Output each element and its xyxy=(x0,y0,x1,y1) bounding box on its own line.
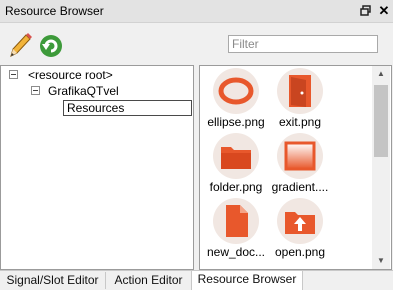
file-label: ellipse.png xyxy=(207,115,265,129)
tab-action-editor[interactable]: Action Editor xyxy=(106,272,192,289)
scroll-up-arrow-icon[interactable]: ▲ xyxy=(372,66,390,82)
gradient-icon xyxy=(277,133,323,179)
reload-icon[interactable] xyxy=(38,31,66,59)
ellipse-icon xyxy=(213,68,259,114)
tree-item-label: <resource root> xyxy=(28,68,113,82)
file-item[interactable]: open.png xyxy=(266,198,330,262)
file-item[interactable]: gradient.... xyxy=(266,133,330,197)
file-label: gradient.... xyxy=(271,180,329,194)
file-item[interactable]: ellipse.png xyxy=(202,68,266,132)
collapse-icon[interactable] xyxy=(9,70,18,79)
close-icon[interactable]: ✕ xyxy=(376,2,392,19)
tab-signal-slot-editor[interactable]: Signal/Slot Editor xyxy=(0,272,106,289)
file-item[interactable]: folder.png xyxy=(202,133,266,197)
scroll-thumb[interactable] xyxy=(374,85,388,157)
tab-resource-browser[interactable]: Resource Browser xyxy=(191,270,303,290)
scroll-down-arrow-icon[interactable]: ▼ xyxy=(372,253,390,269)
open-folder-icon xyxy=(277,198,323,244)
tree-item-label: GrafikaQTvel xyxy=(48,84,119,98)
pencil-icon[interactable] xyxy=(6,31,34,59)
file-label: folder.png xyxy=(209,180,263,194)
file-label: exit.png xyxy=(278,115,322,129)
filter-input[interactable] xyxy=(228,35,378,53)
file-label: open.png xyxy=(274,245,326,259)
vertical-scrollbar[interactable]: ▲ ▼ xyxy=(372,66,390,269)
exit-door-icon xyxy=(277,68,323,114)
file-item[interactable]: exit.png xyxy=(266,68,330,132)
dock-tab-bar: Signal/Slot Editor Action Editor Resourc… xyxy=(0,270,393,290)
collapse-icon[interactable] xyxy=(31,86,40,95)
file-list[interactable]: ellipse.png exit.png folder.png gradient… xyxy=(199,65,392,270)
folder-icon xyxy=(213,133,259,179)
resource-tree[interactable]: <resource root> GrafikaQTvel Resources xyxy=(0,65,194,270)
new-document-icon xyxy=(213,198,259,244)
dock-title-bar[interactable]: Resource Browser ✕ xyxy=(0,0,393,23)
float-icon[interactable] xyxy=(358,3,374,19)
dock-title: Resource Browser xyxy=(5,4,104,18)
tree-item-resources[interactable]: Resources xyxy=(63,100,192,116)
file-item[interactable]: new_doc... xyxy=(202,198,266,262)
file-label: new_doc... xyxy=(206,245,266,259)
